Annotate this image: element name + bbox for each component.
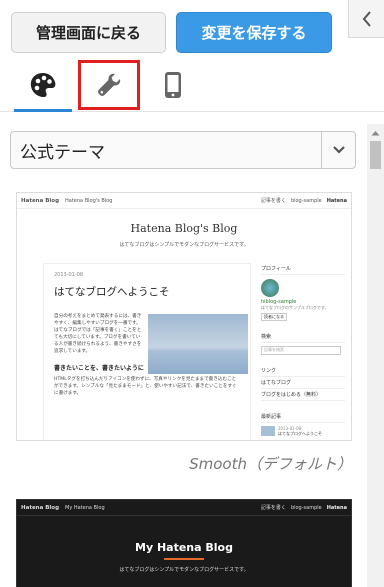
preview-recent-title: はてなブログへようこそ <box>278 431 322 436</box>
smartphone-icon <box>165 72 181 98</box>
palette-icon <box>30 73 56 97</box>
preview-blog-menu: blog-sample <box>290 504 322 511</box>
preview-blog-menu: blog-sample <box>290 197 322 204</box>
theme-card-dark[interactable]: Hatena Blog My Hatena Blog 記事を書く blog-sa… <box>16 499 352 587</box>
back-to-admin-button[interactable]: 管理画面に戻る <box>11 12 166 53</box>
tab-customize[interactable] <box>78 60 140 110</box>
preview-blog-name: Hatena Blog's Blog <box>65 197 113 204</box>
avatar <box>261 279 279 297</box>
theme-category-select[interactable]: 公式テーマ <box>10 131 356 169</box>
save-changes-button[interactable]: 変更を保存する <box>176 12 332 53</box>
scroll-thumb[interactable] <box>370 141 381 169</box>
tab-smartphone[interactable] <box>142 60 204 110</box>
theme-card-smooth[interactable]: Hatena Blog Hatena Blog's Blog 記事を書く blo… <box>16 192 352 441</box>
preview-link-item: ブログをはじめる（無料） <box>261 389 345 401</box>
theme-settings-panel: 管理画面に戻る 変更を保存する 公式テーマ Hatena Blog Hatena… <box>0 0 384 587</box>
title-underline <box>164 558 204 560</box>
preview-search-input: 記事を検索 <box>261 346 341 355</box>
preview-link-item: はてなブログ <box>261 377 345 389</box>
preview-logo: Hatena Blog <box>21 197 60 204</box>
preview-recent-thumb <box>261 426 275 436</box>
theme-category-value: 公式テーマ <box>20 142 105 163</box>
preview-recent-heading: 最新記事 <box>261 411 345 423</box>
preview-sidebar: プロフィール hiblog-sample はてなブログのサンプルブログです。 読… <box>261 263 345 437</box>
scroll-up-arrow[interactable] <box>367 124 384 141</box>
arrow-up-icon <box>371 130 380 135</box>
preview-write-link: 記事を書く <box>260 505 286 511</box>
preview-header: Hatena Blog Hatena Blog's Blog 記事を書く blo… <box>17 193 351 209</box>
chevron-left-icon <box>362 10 371 27</box>
preview-blog-name: My Hatena Blog <box>65 504 105 511</box>
preview-search-heading: 検索 <box>261 331 345 343</box>
preview-header: Hatena Blog My Hatena Blog 記事を書く blog-sa… <box>17 500 351 516</box>
settings-tabs <box>0 58 384 112</box>
preview-user-desc: はてなブログのサンプルブログです。 <box>261 305 329 310</box>
preview-brand: Hatena <box>326 504 347 511</box>
preview-write-link: 記事を書く <box>260 198 286 204</box>
vertical-scrollbar[interactable] <box>367 124 384 587</box>
preview-logo: Hatena Blog <box>21 504 60 511</box>
preview-entry-text: 自分の考えをまとめて発表するには、書きやすく、編集しやすいブログを一番です。はて… <box>54 314 142 354</box>
preview-blog-description: はてなブログはシンプルでモダンなブログサービスです。 <box>119 567 249 573</box>
theme-category-toggle[interactable] <box>321 132 355 168</box>
chevron-down-icon <box>332 146 345 154</box>
preview-entry-date: 2013-01-08 <box>54 272 84 278</box>
collapse-panel-button[interactable] <box>348 0 384 38</box>
preview-blog-description: はてなブログはシンプルでモダンなブログサービスです。 <box>119 242 249 248</box>
preview-entry-text-2: HTMLタグを打ち込んだりアイコンを使わずに、写真やリンクを見たままで書き込むこ… <box>54 377 237 396</box>
preview-entry-photo <box>148 314 248 374</box>
preview-profile-heading: プロフィール <box>261 263 345 275</box>
preview-entry-title: はてなブログへようこそ <box>54 286 170 298</box>
wrench-icon <box>98 73 121 96</box>
preview-reader-button: 読者になる <box>261 313 287 321</box>
preview-brand: Hatena <box>326 197 347 204</box>
tab-design[interactable] <box>12 60 74 112</box>
preview-blog-title: Hatena Blog's Blog <box>130 222 238 235</box>
preview-blog-title: My Hatena Blog <box>135 541 233 554</box>
theme-name-smooth: Smooth（デフォルト） <box>189 455 352 473</box>
preview-entry: 2013-01-08 はてなブログへようこそ 自分の考えをまとめて発表するには、… <box>43 263 251 440</box>
preview-links-heading: リンク <box>261 365 345 377</box>
